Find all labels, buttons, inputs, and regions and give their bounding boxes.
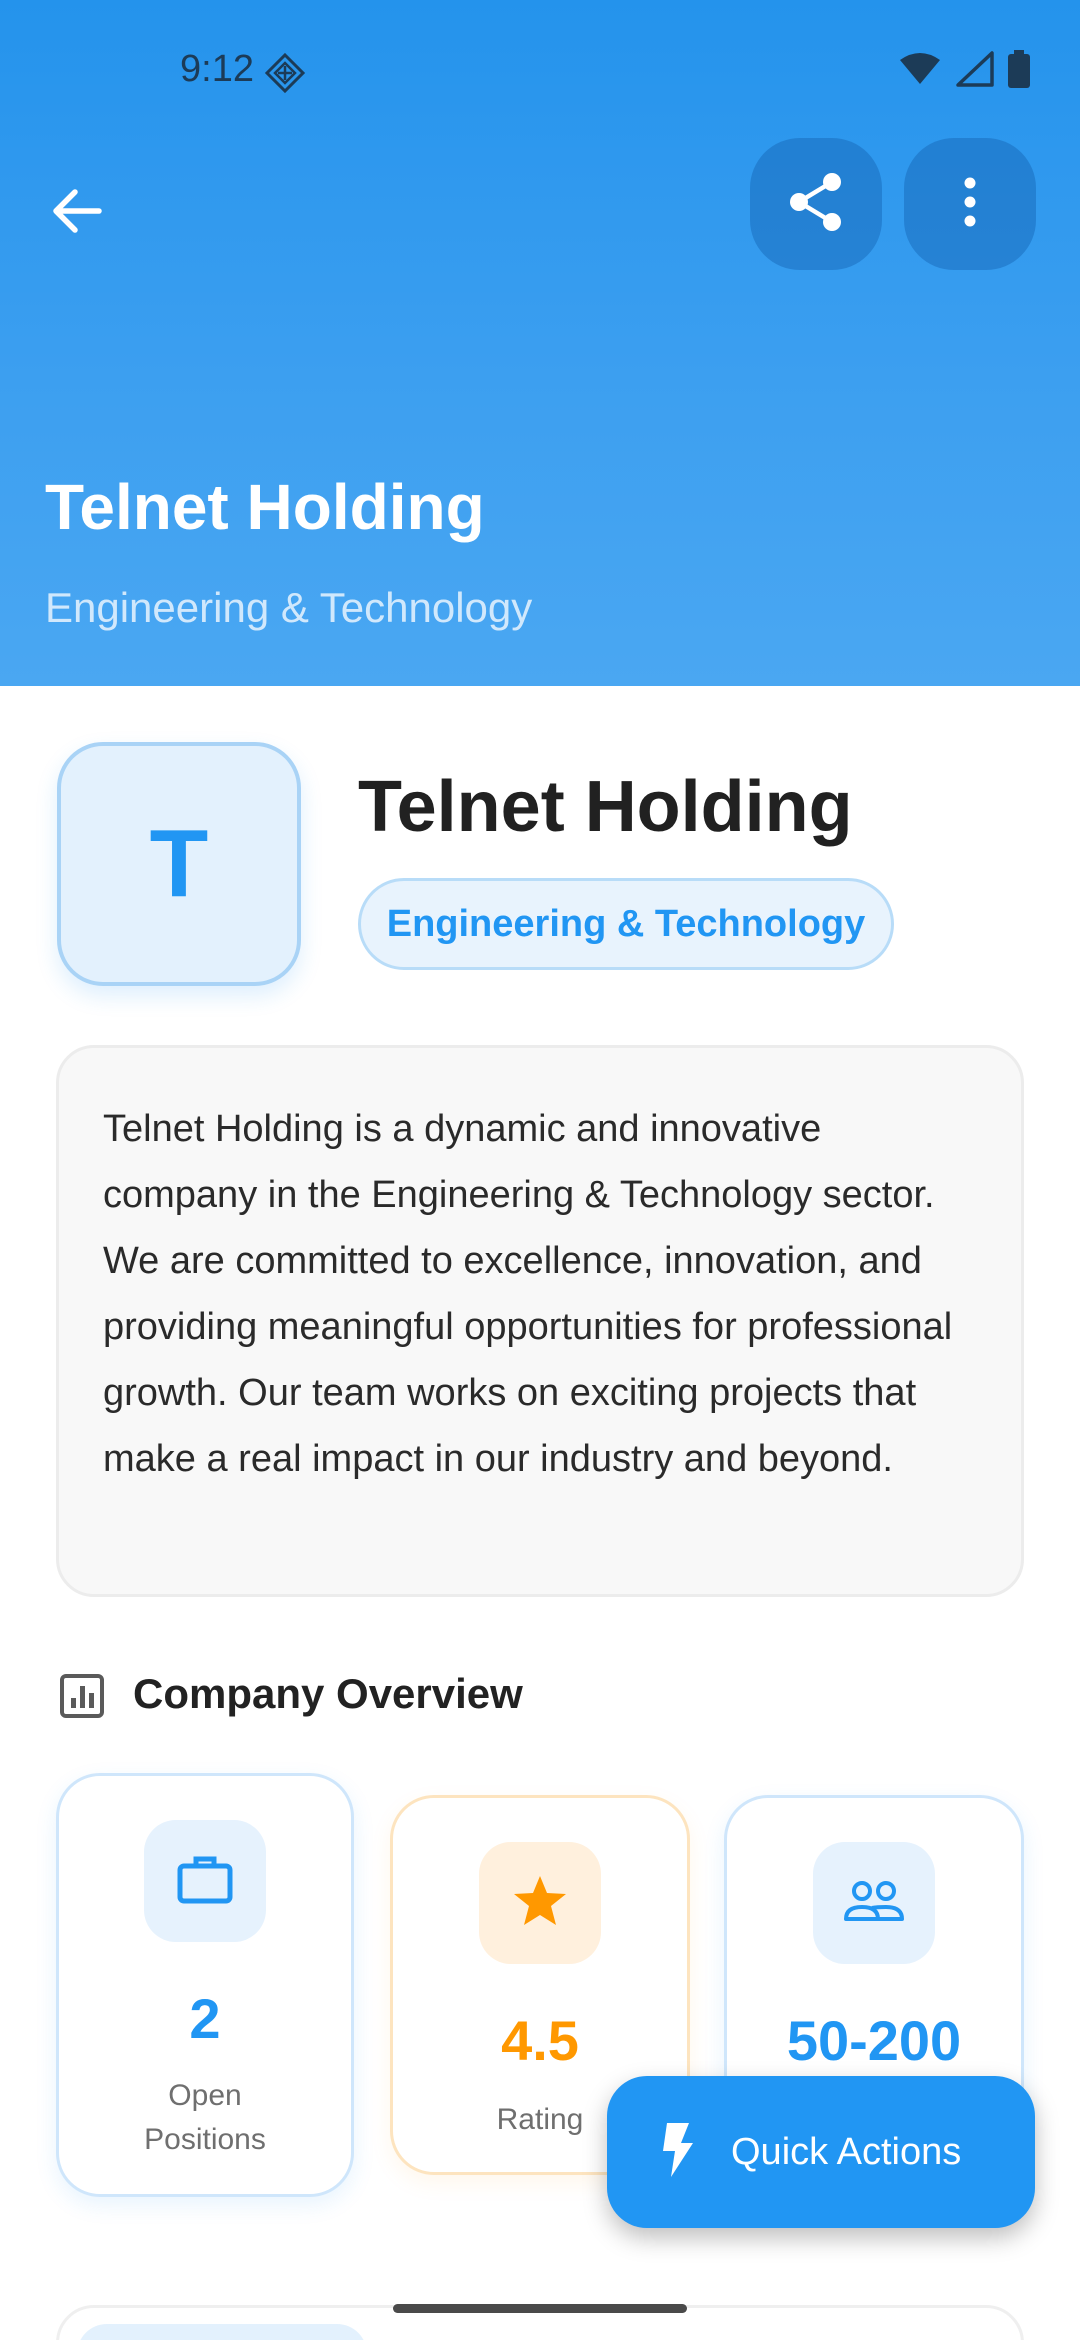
battery-icon [1008,50,1030,88]
notification-diamond-icon [264,52,306,94]
status-bar: 9:12 [0,0,1080,140]
status-time: 9:12 [180,48,254,90]
company-description: Telnet Holding is a dynamic and innovati… [103,1108,953,1480]
quick-actions-fab[interactable]: Quick Actions [607,2076,1035,2228]
company-logo: T [57,742,301,986]
more-vert-icon [963,177,977,232]
cellular-signal-icon [956,51,994,87]
home-indicator[interactable] [393,2304,687,2313]
stat-icon-container [813,1842,935,1964]
star-icon [512,1874,568,1933]
next-section-chip [77,2324,367,2340]
bar-chart-icon [58,1672,106,1720]
section-title-company-overview: Company Overview [133,1670,523,1717]
header-title: Telnet Holding [45,471,485,543]
people-icon [842,1879,906,1928]
header-subtitle: Engineering & Technology [45,584,533,631]
status-icons [898,50,1030,88]
company-name: Telnet Holding [358,767,853,847]
briefcase-icon [176,1853,234,1910]
app-bar-header: 9:12 Telnet Holding Engineering & Techno… [0,0,1080,686]
stat-card-open-positions[interactable]: 2 Open Positions [56,1773,354,2197]
stat-label: Open Positions [144,2079,266,2156]
logo-letter: T [149,810,209,917]
flash-icon [659,2121,695,2184]
back-button[interactable] [40,176,114,250]
wifi-icon [898,52,942,86]
stat-value: 2 [189,1987,221,2050]
stat-value: 50-200 [786,2009,962,2072]
stat-value: 4.5 [501,2009,579,2072]
arrow-back-icon [51,188,103,239]
industry-chip: Engineering & Technology [358,878,894,970]
stat-icon-container [144,1820,266,1942]
stat-icon-container [479,1842,601,1964]
fab-label: Quick Actions [731,2130,962,2173]
more-options-button[interactable] [904,138,1036,270]
description-card: Telnet Holding is a dynamic and innovati… [56,1045,1024,1597]
share-icon [788,172,844,237]
share-button[interactable] [750,138,882,270]
